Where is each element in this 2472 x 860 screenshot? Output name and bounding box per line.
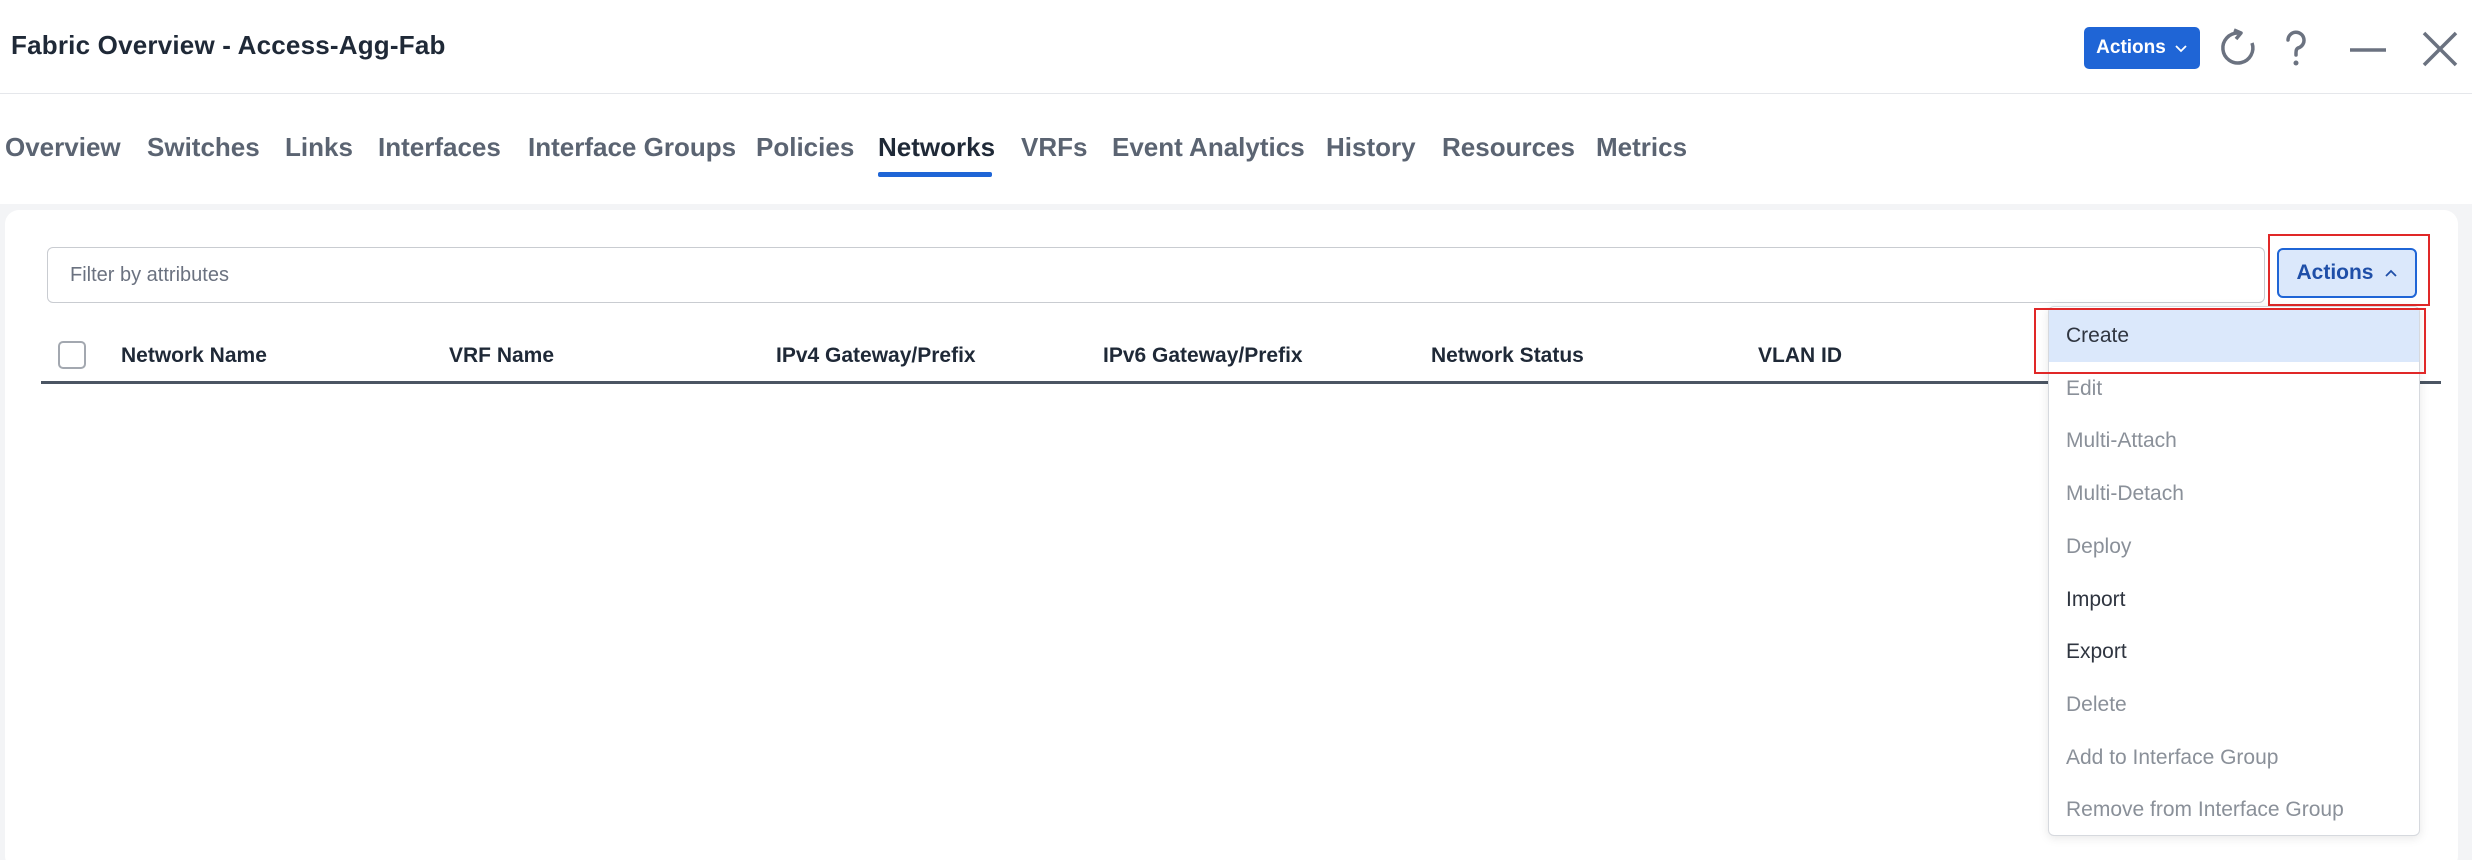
actions-button[interactable]: Actions	[2277, 248, 2417, 298]
column-network-name[interactable]: Network Name	[121, 344, 267, 368]
header-actions-button[interactable]: Actions	[2084, 27, 2200, 69]
refresh-icon[interactable]	[2214, 24, 2262, 72]
tab-event-analytics[interactable]: Event Analytics	[1112, 132, 1305, 163]
tab-vrfs[interactable]: VRFs	[1021, 132, 1087, 163]
active-tab-indicator	[878, 172, 992, 177]
column-network-status[interactable]: Network Status	[1431, 344, 1584, 368]
tab-bar: Overview Switches Links Interfaces Inter…	[0, 94, 2472, 204]
menu-item-add-to-group[interactable]: Add to Interface Group	[2049, 732, 2419, 784]
menu-item-multi-attach[interactable]: Multi-Attach	[2049, 415, 2419, 467]
menu-item-create[interactable]: Create	[2049, 310, 2419, 362]
menu-item-delete[interactable]: Delete	[2049, 679, 2419, 731]
tab-interfaces[interactable]: Interfaces	[378, 132, 501, 163]
menu-item-deploy[interactable]: Deploy	[2049, 521, 2419, 573]
chevron-up-icon	[2384, 269, 2397, 277]
page-title: Fabric Overview - Access-Agg-Fab	[11, 30, 446, 60]
column-ipv6-gateway[interactable]: IPv6 Gateway/Prefix	[1103, 344, 1303, 368]
actions-button-label: Actions	[2296, 261, 2374, 284]
help-icon[interactable]	[2272, 24, 2320, 72]
tab-switches[interactable]: Switches	[147, 132, 260, 163]
tab-networks[interactable]: Networks	[878, 132, 995, 163]
chevron-down-icon	[2175, 45, 2187, 53]
menu-item-remove-from-group[interactable]: Remove from Interface Group	[2049, 784, 2419, 836]
tab-overview[interactable]: Overview	[5, 132, 121, 163]
minimize-icon[interactable]	[2344, 24, 2392, 72]
filter-input[interactable]	[47, 247, 2265, 303]
menu-item-import[interactable]: Import	[2049, 574, 2419, 626]
menu-item-export[interactable]: Export	[2049, 626, 2419, 678]
actions-dropdown-menu: Create Edit Multi-Attach Multi-Detach De…	[2048, 306, 2420, 836]
tab-interface-groups[interactable]: Interface Groups	[528, 132, 736, 163]
header-actions-label: Actions	[2096, 37, 2166, 58]
menu-item-edit[interactable]: Edit	[2049, 363, 2419, 415]
page-header: Fabric Overview - Access-Agg-Fab Actions	[0, 0, 2472, 94]
column-vlan-id[interactable]: VLAN ID	[1758, 344, 1842, 368]
tab-metrics[interactable]: Metrics	[1596, 132, 1687, 163]
close-icon[interactable]	[2416, 24, 2464, 72]
tab-resources[interactable]: Resources	[1442, 132, 1575, 163]
select-all-checkbox[interactable]	[58, 341, 86, 369]
menu-item-multi-detach[interactable]: Multi-Detach	[2049, 468, 2419, 520]
tab-links[interactable]: Links	[285, 132, 353, 163]
tab-policies[interactable]: Policies	[756, 132, 854, 163]
tab-history[interactable]: History	[1326, 132, 1416, 163]
column-vrf-name[interactable]: VRF Name	[449, 344, 554, 368]
column-ipv4-gateway[interactable]: IPv4 Gateway/Prefix	[776, 344, 976, 368]
